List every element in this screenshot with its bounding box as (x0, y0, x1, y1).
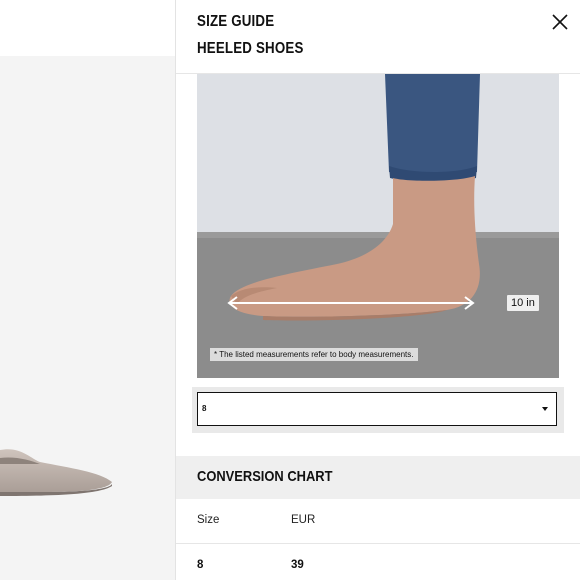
foot-measurement-image: 10 in * The listed measurements refer to… (197, 74, 559, 378)
size-guide-subtitle: HEELED SHOES (197, 40, 304, 57)
size-select[interactable]: 8 (197, 392, 557, 426)
foot-length-label: 10 in (507, 295, 539, 311)
size-select-value: 8 (202, 404, 207, 413)
conversion-chart-header: CONVERSION CHART (176, 456, 580, 499)
table-row: 8 39 (176, 544, 580, 580)
conversion-chart-title: CONVERSION CHART (197, 468, 333, 485)
close-icon[interactable] (550, 12, 570, 32)
product-shoe-image (0, 449, 112, 496)
eur-cell: 39 (291, 559, 304, 571)
conversion-table-header: Size EUR (176, 499, 580, 544)
foot-illustration (197, 74, 559, 378)
column-header-size: Size (197, 514, 220, 526)
column-header-eur: EUR (291, 514, 316, 526)
size-cell: 8 (197, 559, 204, 571)
product-page-header (0, 0, 175, 56)
size-guide-header: SIZE GUIDE HEELED SHOES (176, 0, 580, 74)
measurement-disclaimer: * The listed measurements refer to body … (210, 348, 418, 361)
size-guide-title: SIZE GUIDE (197, 13, 275, 30)
caret-down-icon (542, 407, 548, 411)
size-select-container: 8 (192, 387, 564, 433)
size-guide-panel: SIZE GUIDE HEELED SHOES 10 in * The list… (175, 0, 580, 580)
